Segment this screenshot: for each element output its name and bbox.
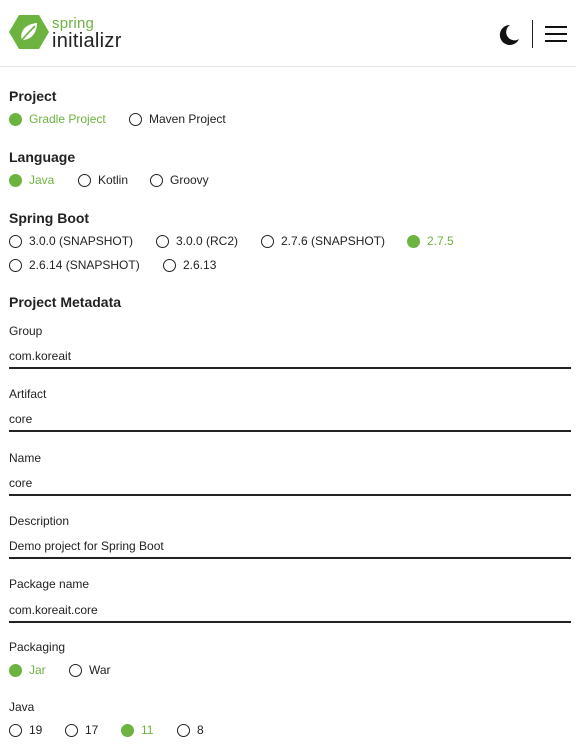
radio-boot-2-6-13[interactable]: 2.6.13 [163,257,216,273]
radio-label: 2.7.5 [427,234,454,248]
radio-maven-project[interactable]: Maven Project [129,111,226,127]
radio-label: 3.0.0 (SNAPSHOT) [29,234,134,248]
hamburger-menu-icon[interactable] [545,24,567,44]
radio-label: 2.6.13 [183,258,217,272]
radio-dot [9,663,22,677]
brand-initializr-text: initializr [52,30,122,52]
spring-logo-icon [9,15,49,49]
radio-label: 2.7.6 (SNAPSHOT) [281,234,386,248]
name-field-wrapper [9,474,571,496]
description-label: Description [9,514,70,528]
radio-label: Maven Project [149,112,226,126]
package-name-label: Package name [9,577,90,591]
artifact-field-wrapper [9,410,571,432]
radio-boot-2-7-5[interactable]: 2.7.5 [407,233,454,249]
radio-dot [163,258,176,272]
project-title: Project [9,88,57,104]
radio-label: 2.6.14 (SNAPSHOT) [29,258,140,272]
package-name-field-wrapper [9,601,571,623]
group-label: Group [9,324,43,338]
radio-label: 8 [197,723,204,737]
radio-dot [150,173,163,187]
package-name-input[interactable] [9,601,571,619]
java-label: Java [9,700,35,714]
artifact-input[interactable] [9,410,571,428]
header-divider [532,20,533,48]
radio-label: Jar [29,663,46,677]
radio-kotlin[interactable]: Kotlin [78,172,128,188]
radio-java-17[interactable]: 17 [65,722,98,738]
packaging-label: Packaging [9,640,66,654]
group-field-wrapper [9,347,571,369]
name-input[interactable] [9,474,571,492]
project-metadata-title: Project Metadata [9,294,122,310]
description-input[interactable] [9,537,571,555]
language-title: Language [9,149,76,165]
moon-icon[interactable] [496,22,522,48]
radio-war[interactable]: War [69,662,111,678]
radio-dot [9,234,22,248]
radio-dot [177,723,190,737]
radio-jar[interactable]: Jar [9,662,46,678]
radio-label: 3.0.0 (RC2) [176,234,239,248]
radio-label: Java [29,173,55,187]
radio-label: Gradle Project [29,112,106,126]
app-header: spring initializr [0,0,576,67]
radio-dot [261,234,274,248]
radio-label: 17 [85,723,99,737]
radio-dot [156,234,169,248]
radio-boot-2-7-6-snapshot[interactable]: 2.7.6 (SNAPSHOT) [261,233,385,249]
description-field-wrapper [9,537,571,559]
radio-dot [9,258,22,272]
radio-boot-3-0-0-rc2[interactable]: 3.0.0 (RC2) [156,233,238,249]
radio-dot [121,723,134,737]
radio-dot [407,234,420,248]
radio-java[interactable]: Java [9,172,54,188]
radio-dot [9,173,22,187]
radio-dot [129,112,142,126]
radio-label: 11 [141,723,154,737]
radio-java-8[interactable]: 8 [177,722,204,738]
radio-dot [9,112,22,126]
spring-boot-title: Spring Boot [9,210,90,226]
radio-dot [69,663,82,677]
radio-java-11[interactable]: 11 [121,722,153,738]
group-input[interactable] [9,347,571,365]
radio-groovy[interactable]: Groovy [150,172,209,188]
radio-label: Kotlin [98,173,129,187]
radio-label: Groovy [170,173,209,187]
radio-dot [65,723,78,737]
radio-dot [78,173,91,187]
radio-label: 19 [29,723,43,737]
radio-label: War [89,663,111,677]
radio-gradle-project[interactable]: Gradle Project [9,111,106,127]
radio-boot-2-6-14-snapshot[interactable]: 2.6.14 (SNAPSHOT) [9,257,140,273]
radio-boot-3-0-0-snapshot[interactable]: 3.0.0 (SNAPSHOT) [9,233,133,249]
name-label: Name [9,451,42,465]
radio-dot [9,723,22,737]
artifact-label: Artifact [9,387,47,401]
radio-java-19[interactable]: 19 [9,722,42,738]
